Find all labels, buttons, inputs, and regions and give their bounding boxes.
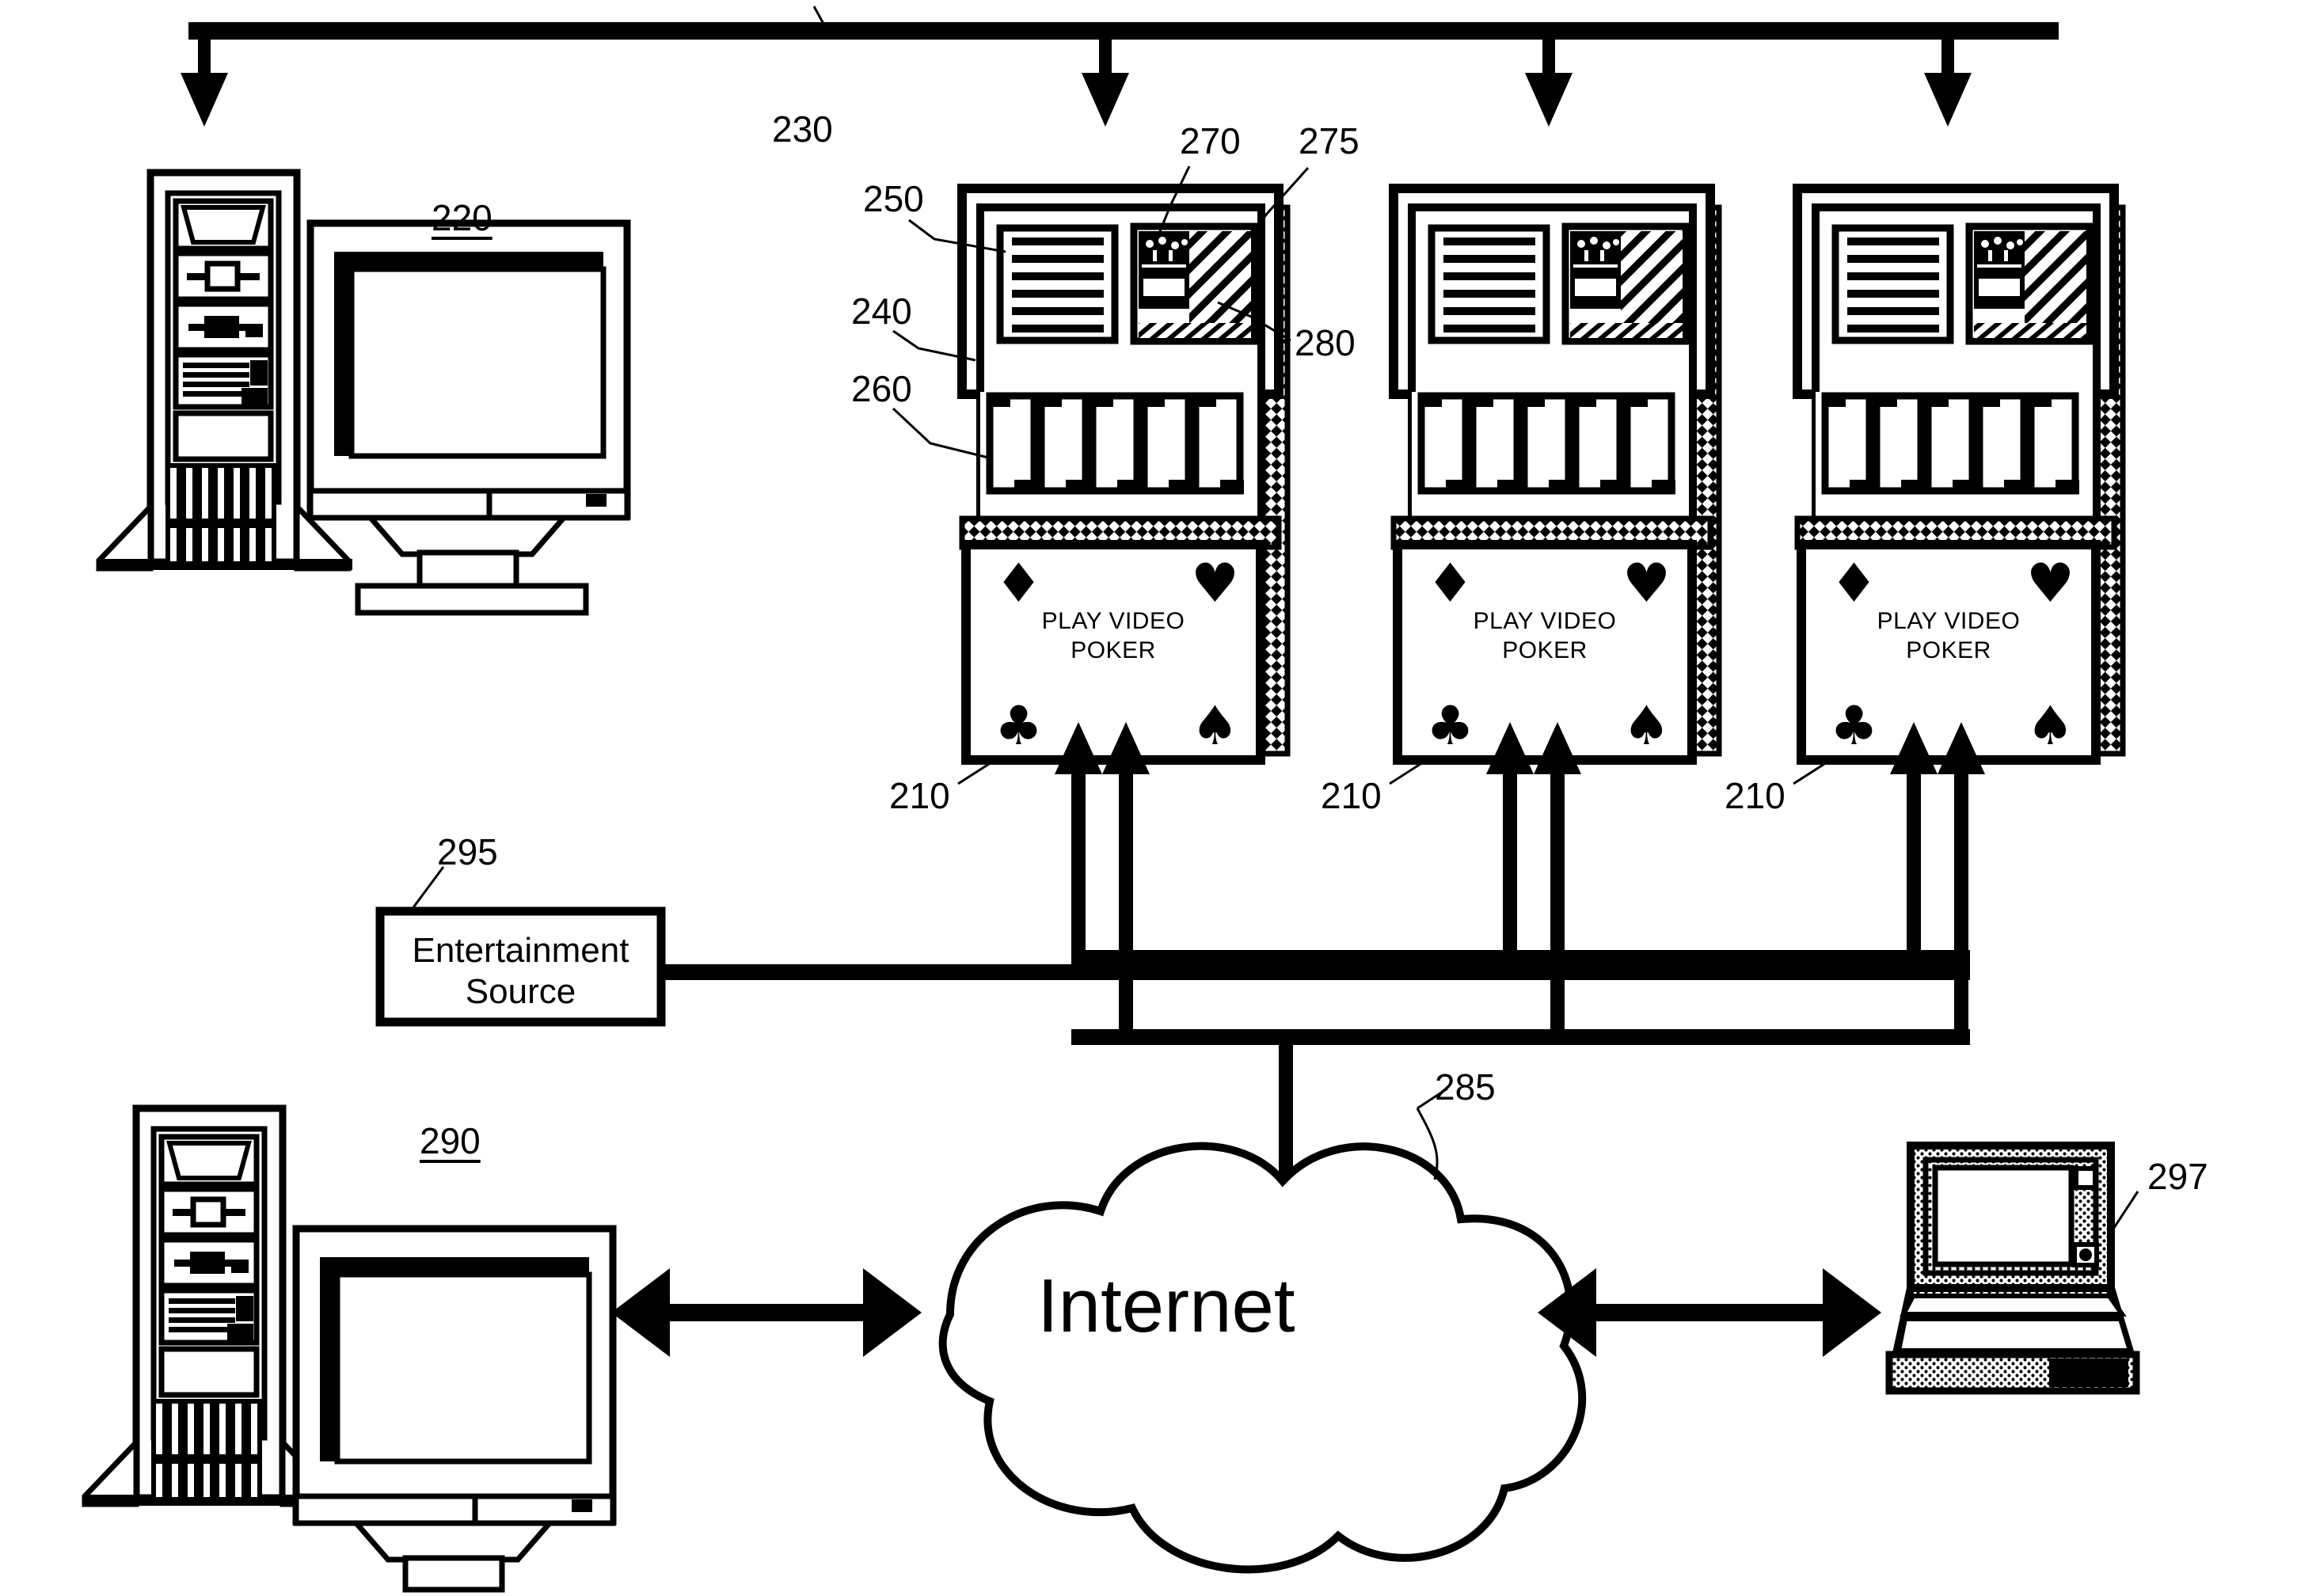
computer-tower-220 bbox=[96, 169, 352, 572]
ref-280: 280 bbox=[1295, 322, 1356, 363]
svg-text:♦: ♦ bbox=[1830, 553, 1878, 615]
ref-210-machine-1: 210 bbox=[889, 775, 950, 816]
ref-285: 285 bbox=[1435, 1066, 1496, 1108]
svg-text:♠: ♠ bbox=[1622, 695, 1671, 758]
patent-figure: ♦ ♥ ♣ ♠ ♦ ♥ ♣ ♠ ♦ ♥ ♣ ♠ 220 230 250 240 … bbox=[0, 0, 2297, 1596]
ref-290: 290 bbox=[420, 1120, 481, 1161]
computer-monitor-220 bbox=[306, 219, 631, 616]
svg-text:♣: ♣ bbox=[994, 695, 1043, 758]
card-face-label-2: PLAY VIDEO POKER bbox=[1413, 607, 1676, 665]
ref-240: 240 bbox=[851, 291, 912, 332]
internet-cloud-label: Internet bbox=[1037, 1264, 1295, 1348]
card-face-line2-3: POKER bbox=[1906, 636, 1991, 663]
laptop-client bbox=[1885, 1142, 2140, 1395]
link-workstation-internet bbox=[611, 1268, 922, 1357]
card-face-line1-1: PLAY VIDEO bbox=[1041, 608, 1185, 634]
svg-text:♥: ♥ bbox=[1622, 553, 1671, 615]
svg-text:♦: ♦ bbox=[1426, 553, 1474, 615]
ref-250: 250 bbox=[863, 178, 924, 219]
card-face-label-3: PLAY VIDEO POKER bbox=[1817, 607, 2080, 665]
gaming-machine-1: ♦ ♥ ♣ ♠ bbox=[957, 184, 1291, 880]
card-face-line2-1: POKER bbox=[1071, 636, 1156, 663]
card-hand-3 bbox=[1816, 392, 2085, 526]
entertainment-source-label: Entertainment Source bbox=[380, 930, 661, 1013]
svg-text:♠: ♠ bbox=[1191, 695, 1239, 758]
card-hand-1 bbox=[980, 392, 1249, 526]
gaming-machine-3: ♦ ♥ ♣ ♠ bbox=[1793, 184, 2126, 880]
top-network-bus bbox=[181, 6, 2059, 127]
card-hand-2 bbox=[1412, 392, 1681, 526]
ref-270: 270 bbox=[1180, 120, 1241, 162]
svg-text:♣: ♣ bbox=[1830, 695, 1878, 758]
svg-text:♥: ♥ bbox=[1191, 553, 1239, 615]
card-face-line2-2: POKER bbox=[1502, 636, 1588, 663]
entertainment-source-line1: Entertainment bbox=[412, 931, 629, 970]
svg-text:♠: ♠ bbox=[2026, 695, 2075, 758]
diagram-vector-layer: ♦ ♥ ♣ ♠ ♦ ♥ ♣ ♠ ♦ ♥ ♣ ♠ bbox=[82, 6, 2140, 1593]
svg-text:♦: ♦ bbox=[994, 553, 1043, 615]
ref-260: 260 bbox=[851, 368, 912, 409]
workstation-bottom bbox=[82, 1104, 617, 1593]
ref-230: 230 bbox=[772, 108, 833, 150]
ref-295: 295 bbox=[437, 831, 498, 872]
card-face-line1-3: PLAY VIDEO bbox=[1877, 608, 2021, 634]
ref-220: 220 bbox=[432, 197, 492, 238]
ref-210-machine-2: 210 bbox=[1321, 775, 1382, 816]
gaming-machine-2: ♦ ♥ ♣ ♠ bbox=[1389, 184, 1722, 880]
link-internet-laptop bbox=[1538, 1268, 1881, 1357]
svg-text:♥: ♥ bbox=[2026, 553, 2075, 615]
ref-297: 297 bbox=[2147, 1156, 2208, 1197]
computer-monitor-290 bbox=[292, 1225, 617, 1593]
svg-text:♣: ♣ bbox=[1426, 695, 1474, 758]
entertainment-source-line2: Source bbox=[465, 971, 576, 1011]
ref-210-machine-3: 210 bbox=[1725, 775, 1785, 816]
card-face-line1-2: PLAY VIDEO bbox=[1473, 608, 1617, 634]
card-face-label-1: PLAY VIDEO POKER bbox=[982, 607, 1245, 665]
ref-275: 275 bbox=[1299, 120, 1360, 162]
